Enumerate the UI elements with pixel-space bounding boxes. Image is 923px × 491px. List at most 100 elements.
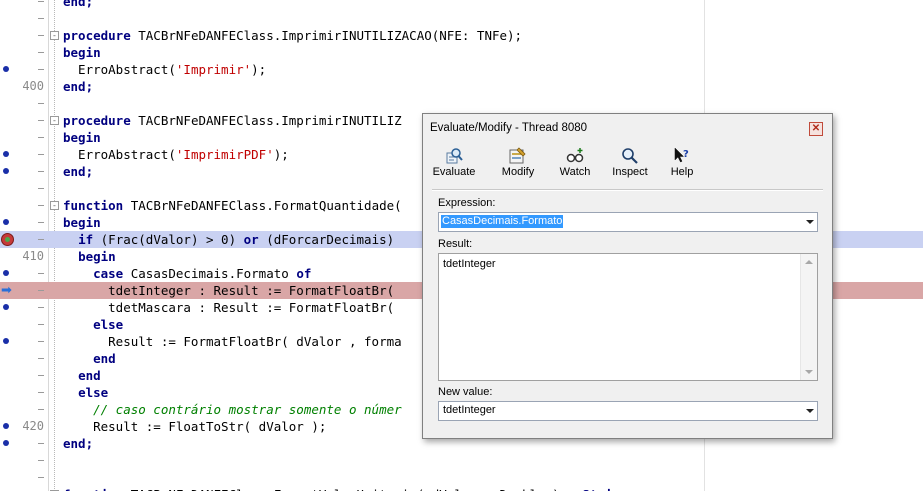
modify-icon <box>509 147 527 164</box>
expression-combobox[interactable]: CasasDecimais.Formato <box>438 212 818 232</box>
scroll-down-icon[interactable] <box>805 370 813 374</box>
line-tick <box>38 35 44 36</box>
code-line[interactable]: -function TACBrNFeDANFEClass.FormatValor… <box>0 486 923 491</box>
new-value-combobox[interactable]: tdetInteger <box>438 401 818 421</box>
scroll-up-icon[interactable] <box>805 260 813 264</box>
fold-toggle-icon[interactable]: - <box>50 31 59 40</box>
code-text: if (Frac(dValor) > 0) or (dForcarDecimai… <box>63 231 394 248</box>
line-tick <box>38 154 44 155</box>
keyword-token: or <box>243 232 259 247</box>
keyword-token: of <box>296 266 312 281</box>
inspect-icon <box>621 147 639 164</box>
expression-value: CasasDecimais.Formato <box>441 215 564 228</box>
code-token: tdetMascara : Result := FormatFloatBr( <box>63 300 395 315</box>
line-tick <box>38 188 44 189</box>
line-tick <box>38 273 44 274</box>
line-tick <box>38 307 44 308</box>
line-tick <box>38 477 44 478</box>
line-tick <box>38 69 44 70</box>
executable-line-icon[interactable] <box>3 440 9 446</box>
code-text: Result := FormatFloatBr( dValor , forma <box>63 333 402 350</box>
line-tick <box>38 358 44 359</box>
code-token: ); <box>273 147 289 162</box>
code-token: TACBrNFeDANFEClass.FormatValorUnitario( … <box>123 487 582 491</box>
fold-toggle-icon[interactable]: - <box>50 116 59 125</box>
code-text: procedure TACBrNFeDANFEClass.ImprimirINU… <box>63 112 402 129</box>
close-button[interactable]: ✕ <box>809 122 823 136</box>
code-text: begin <box>63 129 101 146</box>
code-text: end <box>63 367 101 384</box>
line-tick <box>38 1 44 2</box>
help-icon: ? <box>673 147 691 164</box>
code-token: Result := FormatFloatBr( dValor , forma <box>63 334 402 349</box>
code-token: (dForcarDecimais) <box>258 232 395 247</box>
line-tick <box>38 103 44 104</box>
code-line[interactable]: 400 end; <box>0 78 923 95</box>
line-tick <box>38 205 44 206</box>
code-text: else <box>63 316 123 333</box>
new-value-label: New value: <box>438 386 493 398</box>
executable-line-icon[interactable] <box>3 151 9 157</box>
keyword-token: end; <box>63 0 94 9</box>
keyword-token: case <box>93 266 124 281</box>
dialog-titlebar[interactable]: Evaluate/Modify - Thread 8080 ✕ <box>423 114 832 142</box>
code-text: procedure TACBrNFeDANFEClass.ImprimirINU… <box>63 27 522 44</box>
breakpoint-icon[interactable] <box>1 233 14 246</box>
code-token: ; <box>627 487 635 491</box>
code-line[interactable]: begin <box>0 44 923 61</box>
code-line[interactable]: ErroAbstract('Imprimir'); <box>0 61 923 78</box>
keyword-token: else <box>93 317 124 332</box>
code-token: Result := FloatToStr( dValor ); <box>63 419 327 434</box>
executable-line-icon[interactable] <box>3 304 9 310</box>
fold-toggle-icon[interactable]: - <box>50 201 59 210</box>
executable-line-icon[interactable] <box>3 270 9 276</box>
watch-label: Watch <box>559 166 591 178</box>
code-text: case CasasDecimais.Formato of <box>63 265 311 282</box>
code-line[interactable] <box>0 10 923 27</box>
watch-button[interactable]: Watch <box>556 145 594 185</box>
executable-line-icon[interactable] <box>3 423 9 429</box>
keyword-token: end; <box>63 164 94 179</box>
chevron-down-icon[interactable] <box>806 220 814 224</box>
keyword-token: begin <box>63 45 101 60</box>
modify-button[interactable]: Modify <box>499 145 537 185</box>
code-token: ErroAbstract( <box>63 62 176 77</box>
code-token: ErroAbstract( <box>63 147 176 162</box>
evaluate-button[interactable]: Evaluate <box>432 145 476 185</box>
line-tick <box>38 239 44 240</box>
code-text: begin <box>63 44 101 61</box>
code-line[interactable] <box>0 452 923 469</box>
line-tick <box>38 222 44 223</box>
code-text: function TACBrNFeDANFEClass.FormatValorU… <box>63 486 635 491</box>
chevron-down-icon[interactable] <box>806 409 814 413</box>
executable-line-icon[interactable] <box>3 338 9 344</box>
code-line[interactable] <box>0 469 923 486</box>
code-text: end; <box>63 0 93 10</box>
result-memo[interactable]: tdetInteger <box>438 253 818 381</box>
code-line[interactable] <box>0 95 923 112</box>
executable-line-icon[interactable] <box>3 168 9 174</box>
help-button[interactable]: ? Help <box>668 145 696 185</box>
inspect-button[interactable]: Inspect <box>609 145 651 185</box>
executable-line-icon[interactable] <box>3 66 9 72</box>
code-text: else <box>63 384 108 401</box>
modify-label: Modify <box>501 166 535 178</box>
code-text: begin <box>63 214 101 231</box>
new-value-value: tdetInteger <box>443 404 496 416</box>
executable-line-icon[interactable] <box>3 219 9 225</box>
expression-label: Expression: <box>438 197 496 209</box>
result-scrollbar[interactable] <box>800 254 817 380</box>
keyword-token: end <box>93 351 116 366</box>
code-line[interactable]: - procedure TACBrNFeDANFEClass.ImprimirIN… <box>0 27 923 44</box>
code-token: CasasDecimais.Formato <box>123 266 297 281</box>
line-tick <box>38 341 44 342</box>
code-line[interactable]: end; <box>0 0 923 10</box>
line-number: 410 <box>22 249 44 263</box>
line-tick <box>38 171 44 172</box>
dialog-title: Evaluate/Modify - Thread 8080 <box>430 122 588 134</box>
svg-text:?: ? <box>683 149 689 160</box>
code-text: end <box>63 350 116 367</box>
line-tick <box>38 375 44 376</box>
